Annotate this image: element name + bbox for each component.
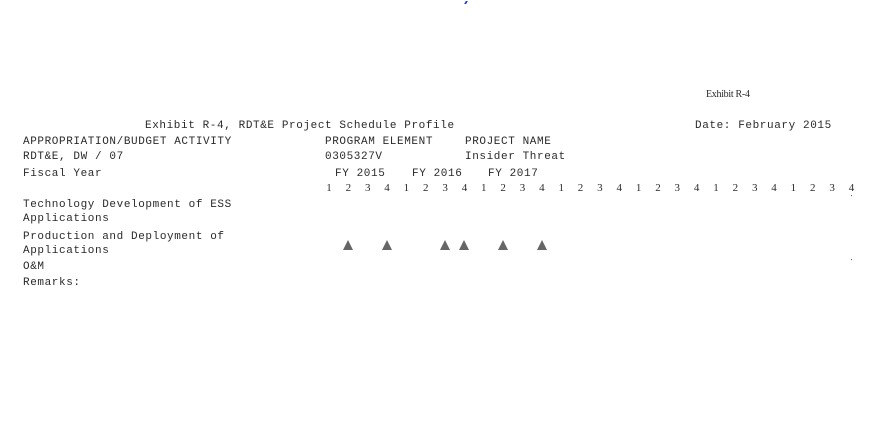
report-date: Date: February 2015 bbox=[695, 120, 832, 132]
project-name-label: PROJECT NAME bbox=[465, 136, 552, 148]
scan-artifact bbox=[464, 1, 468, 4]
exhibit-tag: Exhibit R-4 bbox=[706, 89, 750, 100]
quarter-number: 3 bbox=[597, 182, 603, 194]
fiscal-year-header: FY 2015 bbox=[335, 168, 386, 180]
remarks-label: Remarks: bbox=[23, 277, 81, 289]
quarter-number: 3 bbox=[829, 182, 835, 194]
milestone-triangle bbox=[459, 240, 470, 250]
milestone-triangle bbox=[343, 240, 354, 250]
quarter-number: 3 bbox=[519, 182, 526, 194]
row-label-line: Production and Deployment of bbox=[23, 231, 225, 243]
quarter-number: 1 bbox=[558, 182, 564, 194]
quarter-number: 4 bbox=[848, 182, 855, 194]
quarter-number: 2 bbox=[345, 182, 352, 194]
row-label-line: Applications bbox=[23, 245, 110, 257]
quarter-number: 4 bbox=[384, 182, 390, 194]
quarter-number: 1 bbox=[403, 182, 410, 194]
fiscal-year-header: FY 2016 bbox=[412, 168, 463, 180]
quarter-number: 4 bbox=[461, 182, 468, 194]
quarter-number: 2 bbox=[732, 182, 739, 194]
quarter-number: 1 bbox=[481, 182, 487, 194]
quarter-number: 3 bbox=[674, 182, 681, 194]
quarter-number: 2 bbox=[577, 182, 584, 194]
appropriation-value: RDT&E, DW / 07 bbox=[23, 151, 124, 163]
scan-artifact-dot bbox=[851, 259, 852, 260]
fiscal-year-label: Fiscal Year bbox=[23, 168, 103, 180]
scan-artifact-dot bbox=[851, 195, 852, 196]
quarter-number: 3 bbox=[751, 182, 758, 194]
row-label-line: Technology Development of ESS bbox=[23, 199, 232, 211]
milestone-triangle bbox=[536, 240, 547, 250]
quarter-number: 1 bbox=[326, 182, 332, 194]
program-element-value: 0305327V bbox=[325, 151, 383, 163]
milestone-triangle bbox=[440, 240, 451, 250]
milestone-triangle bbox=[382, 240, 393, 250]
row-label-technology-development: Technology Development of ESS Applicatio… bbox=[23, 198, 232, 226]
milestone-triangle bbox=[498, 240, 509, 250]
quarter-number: 2 bbox=[500, 182, 506, 194]
quarter-number: 2 bbox=[655, 182, 661, 194]
quarter-number: 4 bbox=[771, 182, 777, 194]
quarter-number: 4 bbox=[539, 182, 545, 194]
quarter-number: 1 bbox=[713, 182, 719, 194]
row-label-production-deployment: Production and Deployment of Application… bbox=[23, 230, 225, 258]
fiscal-year-header: FY 2017 bbox=[488, 168, 539, 180]
appropriation-label: APPROPRIATION/BUDGET ACTIVITY bbox=[23, 136, 232, 148]
project-name-value: Insider Threat bbox=[465, 151, 566, 163]
row-label-om: O&M bbox=[23, 261, 45, 273]
row-label-line: Applications bbox=[23, 213, 110, 225]
quarter-number: 2 bbox=[423, 182, 429, 194]
program-element-label: PROGRAM ELEMENT bbox=[325, 136, 434, 148]
quarter-number: 1 bbox=[790, 182, 797, 194]
quarter-number: 3 bbox=[364, 182, 371, 194]
quarter-number: 4 bbox=[693, 182, 700, 194]
quarter-number: 3 bbox=[442, 182, 448, 194]
page-title: Exhibit R-4, RDT&E Project Schedule Prof… bbox=[145, 120, 455, 132]
quarter-number: 1 bbox=[635, 182, 642, 194]
quarter-number: 2 bbox=[810, 182, 816, 194]
quarter-number: 4 bbox=[616, 182, 623, 194]
